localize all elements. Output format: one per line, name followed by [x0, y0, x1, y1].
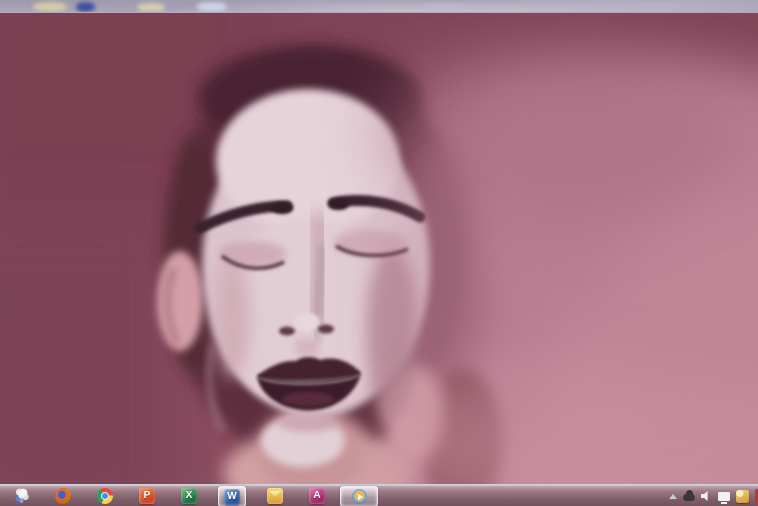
- taskbar-button-powerpoint[interactable]: P: [126, 485, 168, 506]
- tray-button-volume[interactable]: [701, 491, 712, 502]
- taskbar-button-excel[interactable]: X: [168, 485, 210, 506]
- desktop-icon-partial: [424, 4, 466, 12]
- left-ear: [157, 251, 203, 351]
- desktop-icon-partial: [33, 2, 67, 12]
- access-letter: A: [313, 491, 320, 501]
- chrome-icon: [97, 488, 113, 504]
- volume-icon: [701, 491, 712, 502]
- desktop-icon-partial: [137, 3, 165, 12]
- powerpoint-letter: P: [144, 491, 151, 501]
- network-icon: [718, 492, 730, 501]
- show-hidden-icons-chevron: [669, 494, 677, 499]
- taskbar-button-start-flower[interactable]: [0, 485, 42, 506]
- start-flower-icon: [13, 488, 29, 504]
- taskbar: PXWA: [0, 484, 758, 506]
- video-player-window[interactable]: [0, 12, 758, 485]
- word-letter: W: [227, 492, 236, 502]
- video-frame-woman-face-paint: [0, 13, 758, 485]
- outlook-icon: [267, 488, 283, 504]
- excel-letter: X: [186, 491, 193, 501]
- tray-dark-cloud-icon: [683, 494, 695, 501]
- tray-app-yellow-icon: [736, 490, 749, 503]
- firefox-icon: [55, 488, 71, 504]
- taskbar-pinned-apps: PXWA: [0, 485, 380, 506]
- word-icon: W: [224, 489, 240, 505]
- taskbar-button-media-player[interactable]: [340, 486, 378, 506]
- desktop-icon-partial: [197, 2, 227, 12]
- desktop: PXWA: [0, 0, 758, 506]
- taskbar-button-word[interactable]: W: [218, 486, 246, 506]
- powerpoint-icon: P: [139, 488, 155, 504]
- system-tray: [669, 485, 758, 506]
- desktop-icon-partial: [76, 2, 95, 12]
- access-icon: A: [309, 488, 325, 504]
- tray-button-network[interactable]: [718, 492, 730, 501]
- taskbar-button-outlook[interactable]: [254, 485, 296, 506]
- tray-button-cloud[interactable]: [683, 492, 695, 501]
- tray-button-hidden-icons[interactable]: [669, 494, 677, 499]
- taskbar-button-chrome[interactable]: [84, 485, 126, 506]
- excel-icon: X: [181, 488, 197, 504]
- tray-button-tray-app[interactable]: [736, 490, 749, 503]
- taskbar-button-access[interactable]: A: [296, 485, 338, 506]
- media-player-icon: [352, 489, 367, 504]
- taskbar-button-firefox[interactable]: [42, 485, 84, 506]
